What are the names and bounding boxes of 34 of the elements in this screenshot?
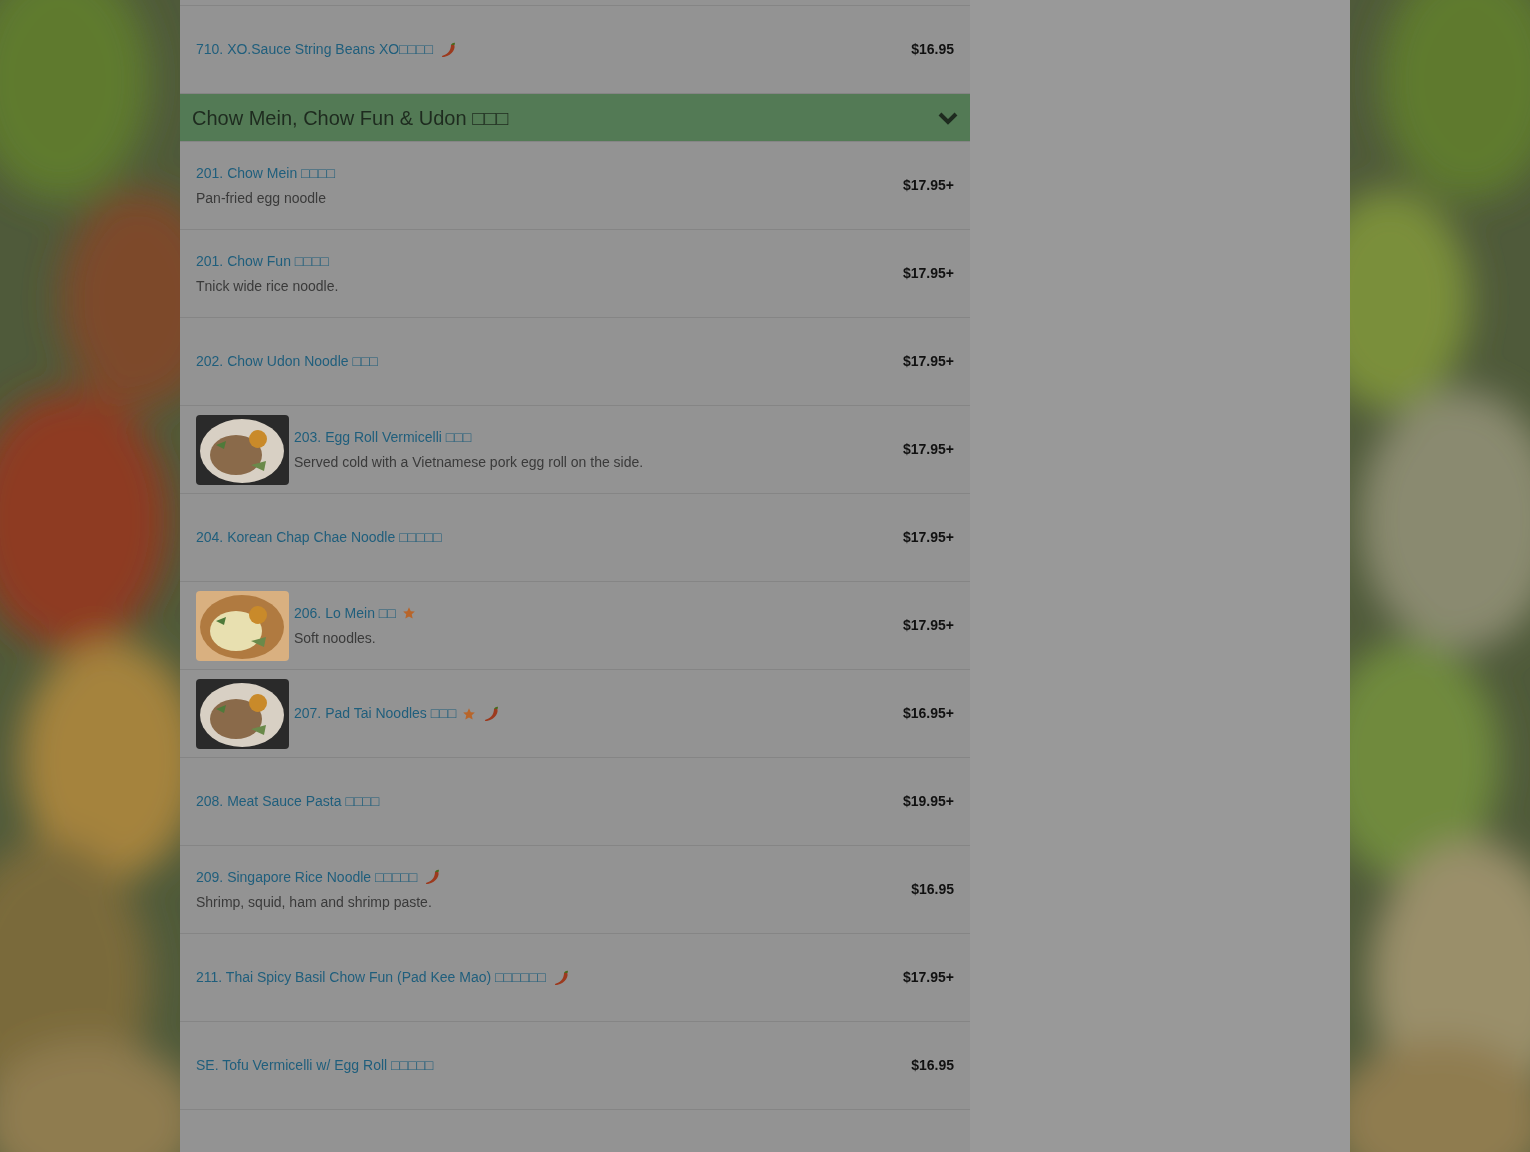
item-price: $17.95+ — [903, 176, 954, 195]
item-description: Soft noodles. — [294, 628, 377, 648]
item-price: $17.95+ — [903, 528, 954, 547]
item-price: $17.95+ — [903, 616, 954, 635]
star-icon — [462, 706, 477, 721]
item-price: $16.95 — [911, 1056, 954, 1075]
item-description: Shrimp, squid, ham and shrimp paste. — [196, 892, 433, 912]
category-title: Chow Mein, Chow Fun & Udon □□□ — [192, 105, 510, 131]
item-price: $17.95+ — [903, 264, 954, 283]
item-name-link[interactable]: SE. Tofu Vermicelli w/ Egg Roll □□□□□ — [196, 1055, 434, 1076]
item-name-link[interactable]: 206. Lo Mein □□ — [294, 602, 396, 624]
item-name-link[interactable]: 201. Chow Mein □□□□ — [196, 162, 335, 184]
item-name-link[interactable]: 209. Singapore Rice Noodle □□□□□ — [196, 866, 418, 888]
chevron-down-icon — [938, 110, 958, 125]
item-name-link[interactable]: 207. Pad Tai Noodles □□□ — [294, 703, 457, 724]
item-name-link[interactable]: 204. Korean Chap Chae Noodle □□□□□ — [196, 527, 442, 548]
item-price: $16.95+ — [903, 704, 954, 723]
item-price: $16.95 — [911, 880, 954, 899]
item-name-link[interactable]: 208. Meat Sauce Pasta □□□□ — [196, 791, 380, 812]
item-name-link[interactable]: 201. Chow Fun □□□□ — [196, 250, 329, 272]
item-price: $19.95+ — [903, 792, 954, 811]
item-price: $17.95+ — [903, 440, 954, 459]
item-name-link[interactable]: 211. Thai Spicy Basil Chow Fun (Pad Kee Mao) □□□□□□ — [196, 967, 546, 988]
category-header[interactable]: Chow Mein, Chow Fun & Udon □□□ — [180, 94, 970, 142]
item-name-link[interactable]: 203. Egg Roll Vermicelli □□□ — [294, 426, 472, 448]
item-description: Served cold with a Vietnamese pork egg roll on the side. — [294, 452, 645, 472]
item-price: $17.95+ — [903, 968, 954, 987]
item-name-link[interactable]: 710. XO.Sauce String Beans XO□□□□ — [196, 39, 433, 60]
item-price: $17.95+ — [903, 352, 954, 371]
star-icon — [401, 606, 416, 620]
item-name-link[interactable]: 202. Chow Udon Noodle □□□ — [196, 351, 378, 372]
item-description: Pan-fried egg noodle — [196, 188, 327, 208]
item-description: Tnick wide rice noodle. — [196, 276, 340, 296]
item-price: $16.95 — [911, 40, 954, 59]
